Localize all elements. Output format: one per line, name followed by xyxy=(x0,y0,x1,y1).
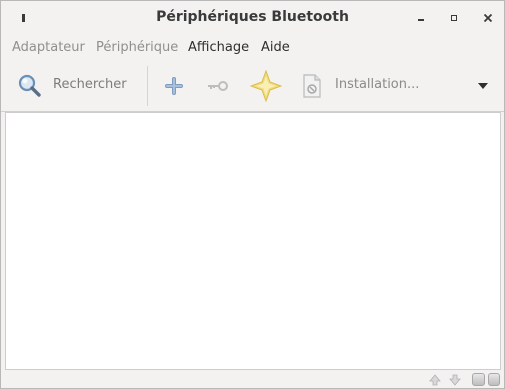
maximize-button[interactable] xyxy=(447,11,461,25)
dropdown-arrow-icon[interactable] xyxy=(478,83,488,89)
search-icon[interactable] xyxy=(17,73,43,99)
toolbar-separator xyxy=(147,66,148,106)
setup-document-icon[interactable] xyxy=(299,73,325,99)
setup-button-label[interactable]: Installation... xyxy=(335,77,419,92)
menu-affichage[interactable]: Affichage xyxy=(188,40,249,55)
toolbar: Rechercher Installation... xyxy=(1,61,504,112)
status-indicator-icon xyxy=(472,373,485,386)
minimize-icon xyxy=(418,19,424,21)
status-bar xyxy=(1,371,504,388)
key-icon[interactable] xyxy=(205,73,231,99)
menu-adaptateur[interactable]: Adaptateur xyxy=(12,40,85,55)
status-indicator-icon xyxy=(488,373,500,386)
maximize-icon xyxy=(451,15,457,21)
minimize-button[interactable] xyxy=(414,11,428,25)
menu-aide[interactable]: Aide xyxy=(261,40,290,55)
add-icon[interactable] xyxy=(161,73,187,99)
close-icon xyxy=(483,13,493,23)
close-button[interactable] xyxy=(481,11,495,25)
menu-peripherique[interactable]: Périphérique xyxy=(96,40,178,55)
window-title: Périphériques Bluetooth xyxy=(156,9,349,25)
search-button-label[interactable]: Rechercher xyxy=(53,77,127,92)
upload-arrow-icon xyxy=(429,374,441,386)
title-bar[interactable]: Périphériques Bluetooth xyxy=(1,1,504,37)
trust-star-icon[interactable] xyxy=(250,70,282,102)
device-list-area[interactable] xyxy=(5,112,501,370)
download-arrow-icon xyxy=(449,374,461,386)
bluetooth-devices-window: Périphériques Bluetooth Adaptateur Périp… xyxy=(0,0,505,389)
menu-bar: Adaptateur Périphérique Affichage Aide xyxy=(1,37,504,61)
